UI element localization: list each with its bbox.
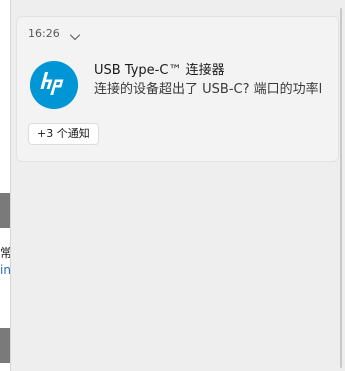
notification-title: USB Type-C™ 连接器 bbox=[94, 63, 225, 78]
notification-center: 16:26 USB Type-C™ 连接器 连接的设备超出了 USB-C? 端口… bbox=[10, 0, 345, 371]
screen: 常 in 16:26 USB Type-C™ 连接器 连接的设备超出了 USB-… bbox=[0, 0, 345, 371]
notification-card[interactable]: 16:26 USB Type-C™ 连接器 连接的设备超出了 USB-C? 端口… bbox=[16, 16, 339, 162]
background-thumbnail bbox=[0, 328, 10, 363]
chevron-down-icon[interactable] bbox=[69, 28, 81, 41]
more-notifications-button[interactable]: +3 个通知 bbox=[28, 123, 99, 145]
background-thumbnail bbox=[0, 193, 10, 228]
notification-time: 16:26 bbox=[28, 27, 60, 40]
scrollbar[interactable] bbox=[340, 8, 342, 368]
hp-logo-icon bbox=[30, 61, 78, 109]
notification-header: 16:26 bbox=[28, 27, 81, 41]
notification-body: 连接的设备超出了 USB-C? 端口的功率l bbox=[94, 82, 323, 97]
notification-content: USB Type-C™ 连接器 连接的设备超出了 USB-C? 端口的功率l bbox=[94, 62, 334, 99]
